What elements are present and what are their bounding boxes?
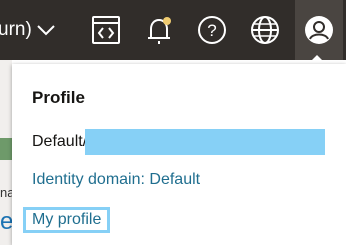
my-profile-link[interactable]: My profile: [23, 207, 111, 233]
help-icon[interactable]: ?: [192, 10, 232, 50]
profile-title: Profile: [32, 88, 85, 107]
region-label: urn): [0, 19, 32, 40]
user-icon: [305, 16, 333, 44]
redacted-username: [85, 129, 326, 155]
identity-domain-link[interactable]: Identity domain: Default: [32, 171, 200, 189]
chevron-down-icon: [37, 25, 55, 36]
notification-dot: [163, 17, 171, 25]
code-window-icon[interactable]: [86, 10, 126, 50]
top-navigation-bar: urn) ?: [0, 0, 346, 60]
profile-button[interactable]: [295, 0, 343, 60]
profile-dropdown: Profile Default/ Identity domain: Defaul…: [12, 64, 346, 245]
bell-icon[interactable]: [139, 10, 179, 50]
user-prefix: Default/: [32, 133, 88, 150]
region-selector[interactable]: urn): [0, 14, 56, 46]
background-image-fragment: [0, 138, 12, 160]
svg-text:?: ?: [207, 21, 216, 40]
globe-icon[interactable]: [245, 10, 285, 50]
user-identity-row: Default/: [32, 129, 326, 155]
